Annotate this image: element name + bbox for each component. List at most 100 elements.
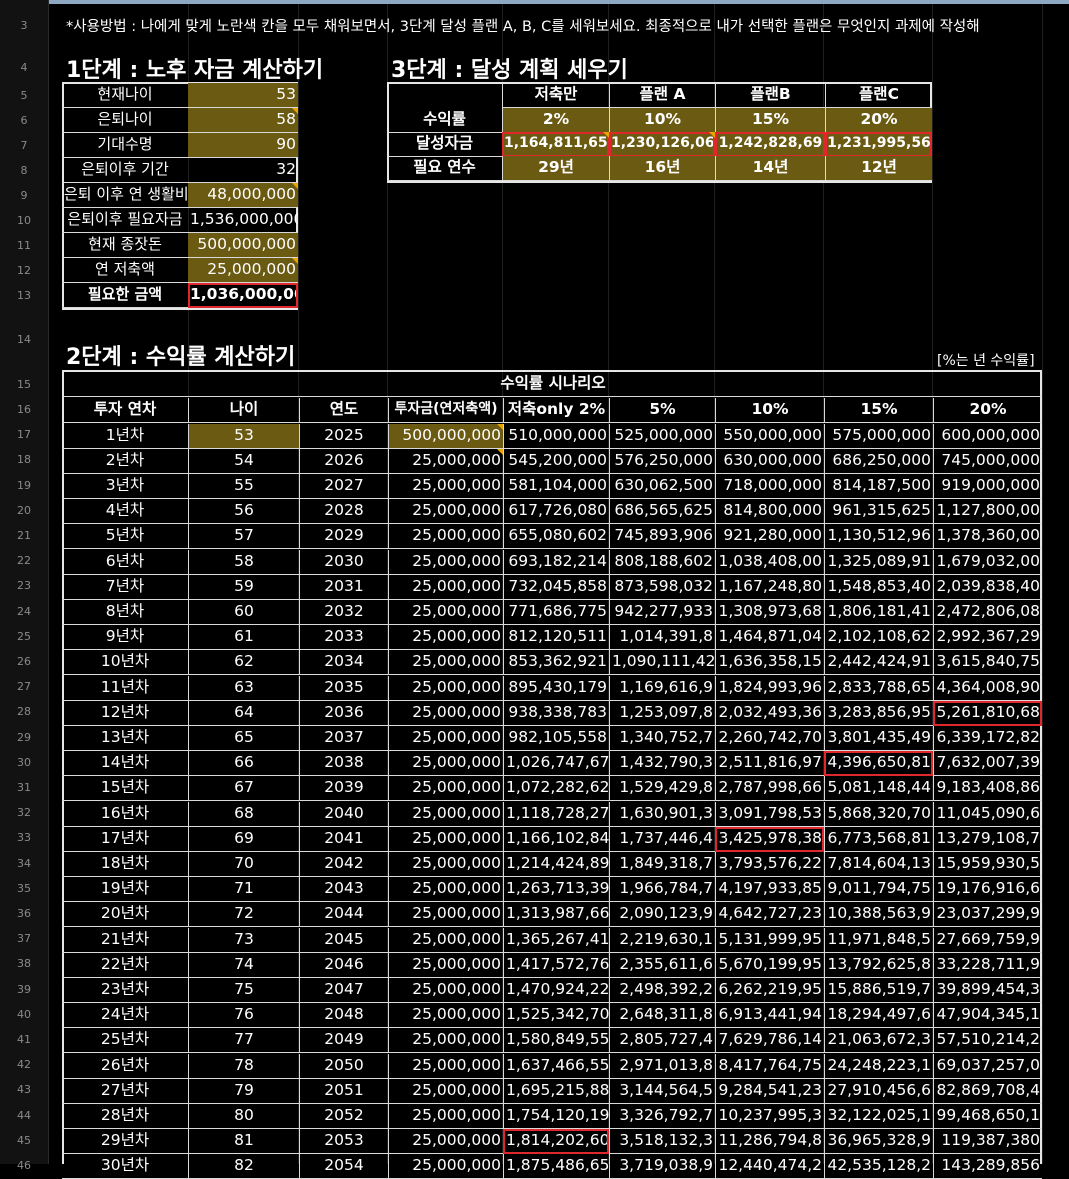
step1-table: 현재나이 53 은퇴나이 58 기대수명 90 은퇴이후 기간 32 은퇴 이후 연 생활비 48… [62,82,298,310]
table-cell[interactable]: 53 [188,423,299,449]
row-number[interactable]: 40 [0,1008,48,1021]
row-number[interactable]: 37 [0,932,48,945]
table-cell: 808,188,602 [609,549,715,575]
row-number[interactable]: 41 [0,1033,48,1046]
row-number[interactable]: 3 [0,19,48,32]
table-cell: 2,219,630,1 [609,927,715,953]
row-number[interactable]: 45 [0,1134,48,1147]
table-cell: 1,038,408,00 [715,549,824,575]
row-number[interactable]: 17 [0,428,48,441]
table-cell: 25,000,000 [388,801,503,827]
table-cell: 3,801,435,49 [824,725,933,751]
table-cell: 655,080,602 [503,524,609,550]
row-number[interactable]: 31 [0,781,48,794]
step1-value[interactable]: 53 [188,83,298,108]
row-number[interactable]: 35 [0,882,48,895]
table-cell: 25,000,000 [388,1154,503,1179]
row-number[interactable]: 14 [0,333,48,346]
row-number[interactable]: 7 [0,139,48,152]
table-cell: 630,062,500 [609,473,715,499]
row-number[interactable]: 46 [0,1159,48,1172]
row-number[interactable]: 24 [0,605,48,618]
row-number[interactable]: 20 [0,504,48,517]
table-cell: 25,000,000 [388,725,503,751]
step3-years-cell: 12년 [825,156,932,181]
table-cell: 47,904,345,1 [933,1003,1042,1029]
step1-value[interactable]: 25,000,000 [188,258,298,283]
table-cell: 3,283,856,95 [824,700,933,726]
step3-returns-cell[interactable]: 15% [715,108,825,133]
table-cell: 575,000,000 [824,423,933,449]
row-number[interactable]: 9 [0,189,48,202]
table-cell: 1,026,747,67 [503,751,609,777]
table-cell: 745,893,906 [609,524,715,550]
table-cell: 1,090,111,42 [609,650,715,676]
row-number[interactable]: 21 [0,529,48,542]
table-cell: 67 [188,776,299,802]
table-cell: 11년차 [62,676,188,701]
row-number[interactable]: 29 [0,731,48,744]
row-number[interactable]: 42 [0,1058,48,1071]
row-number[interactable]: 6 [0,114,48,127]
row-number[interactable]: 32 [0,806,48,819]
row-number[interactable]: 43 [0,1083,48,1096]
table-cell: 77 [188,1028,299,1054]
step3-returns-cell[interactable]: 10% [609,108,715,133]
table-cell[interactable]: 500,000,000 [388,423,503,449]
row-number[interactable]: 25 [0,630,48,643]
table-cell: 25,000,000 [388,1053,503,1079]
row-number[interactable]: 28 [0,705,48,718]
step1-value[interactable]: 500,000,000 [188,233,298,258]
table-cell: 19년차 [62,877,188,903]
row-number[interactable]: 26 [0,655,48,668]
table-cell: 68 [188,801,299,827]
row-number[interactable]: 33 [0,831,48,844]
row-number[interactable]: 34 [0,857,48,870]
step3-returns-cell[interactable]: 20% [825,108,932,133]
row-number[interactable]: 10 [0,214,48,227]
table-cell: 3년차 [62,474,188,499]
step3-funds-cell: 1,164,811,650 [502,132,609,157]
table-cell: 54 [188,448,299,474]
row-number[interactable]: 36 [0,907,48,920]
table-cell: 2044 [299,902,388,928]
row-number[interactable]: 38 [0,957,48,970]
table-cell: 942,277,933 [609,599,715,625]
table-cell: 1,849,318,7 [609,851,715,877]
row-number[interactable]: 13 [0,289,48,302]
step1-value[interactable]: 48,000,000 [188,183,298,208]
table-cell: 6,339,172,82 [933,725,1042,751]
step3-years-cell: 16년 [609,156,715,181]
table-cell: 71 [188,877,299,903]
row-number[interactable]: 30 [0,756,48,769]
table-cell: 25,000,000 [388,499,503,525]
step1-value[interactable]: 90 [188,133,298,158]
row-number[interactable]: 18 [0,453,48,466]
table-cell: 2033 [299,625,388,651]
row-number[interactable]: 16 [0,403,48,416]
step1-value[interactable]: 58 [188,108,298,133]
row-number[interactable]: 15 [0,378,48,391]
row-number[interactable]: 19 [0,479,48,492]
row-number[interactable]: 44 [0,1109,48,1122]
table-cell: 42,535,128,2 [824,1154,933,1179]
table-cell: 2042 [299,851,388,877]
table-cell: 60 [188,599,299,625]
row-number[interactable]: 22 [0,554,48,567]
table-cell: 2,805,727,4 [609,1028,715,1054]
row-number[interactable]: 39 [0,983,48,996]
table-cell: 2034 [299,650,388,676]
table-cell: 1,695,215,88 [503,1078,609,1104]
step3-returns-cell[interactable]: 2% [502,108,609,133]
table-cell: 78 [188,1053,299,1079]
row-number[interactable]: 23 [0,579,48,592]
row-number[interactable]: 5 [0,89,48,102]
row-number[interactable]: 27 [0,680,48,693]
row-number[interactable]: 8 [0,164,48,177]
table-cell: 2040 [299,801,388,827]
table-cell: 25,000,000 [388,1103,503,1129]
row-number[interactable]: 11 [0,239,48,252]
table-cell: 119,387,380 [933,1129,1042,1155]
row-number[interactable]: 12 [0,264,48,277]
row-number[interactable]: 4 [0,61,48,74]
